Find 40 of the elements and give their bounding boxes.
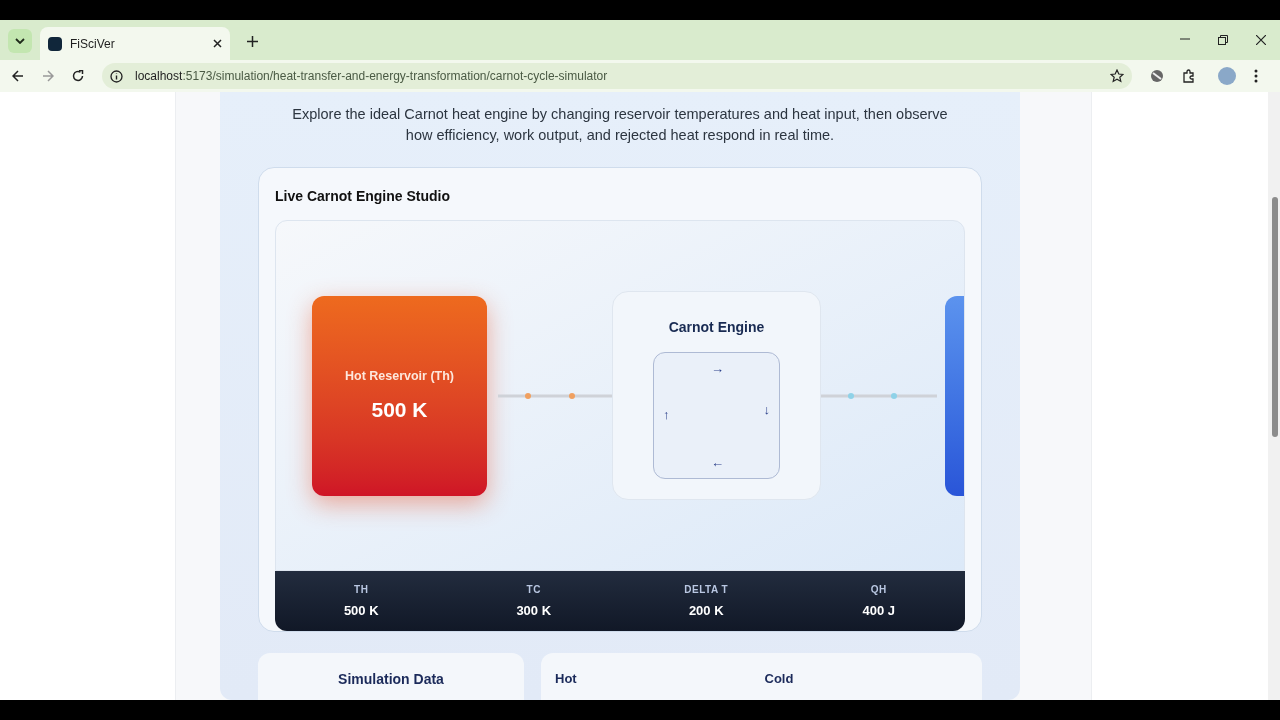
- stat-label: DELTA T: [684, 582, 729, 597]
- scrollbar[interactable]: [1268, 92, 1280, 700]
- stat-value: 200 K: [688, 601, 724, 620]
- puzzle-icon[interactable]: [1182, 69, 1196, 83]
- favicon-icon: [48, 36, 62, 51]
- tab-list-button[interactable]: [8, 29, 32, 53]
- forward-arrow-icon[interactable]: [42, 70, 54, 82]
- stat-value: 500 K: [343, 601, 379, 620]
- url-text: localhost:5173/simulation/heat-transfer-and-energy-transformation/carnot-cycle-simulator: [135, 68, 609, 85]
- panel-title: Simulation Data: [338, 670, 444, 689]
- stat-label: TC: [526, 582, 541, 597]
- intro-paragraph: Explore the ideal Carnot heat engine by changing reservoir temperatures and heat input, then observe how efficiency, work output, and rejected heat respond in real time.: [291, 105, 949, 145]
- cycle-arrow: →: [711, 360, 724, 378]
- new-tab-icon[interactable]: [247, 36, 258, 47]
- tab-title: FiSciVer: [70, 35, 116, 53]
- stat-value: 300 K: [516, 601, 552, 620]
- cycle-arrow: ↓: [763, 401, 770, 419]
- star-icon[interactable]: [1110, 69, 1124, 83]
- close-icon[interactable]: [213, 39, 222, 48]
- chevron-down-icon: [15, 38, 25, 44]
- reload-icon[interactable]: [72, 70, 84, 82]
- cycle-arrow: ←: [711, 453, 724, 472]
- stat-label: TH: [354, 582, 369, 597]
- stat-label: QH: [870, 582, 887, 597]
- address-bar[interactable]: localhost:5173/simulation/heat-transfer-and-energy-transformation/carnot-cycle-simulator: [102, 63, 1132, 89]
- restore-icon[interactable]: [1218, 35, 1228, 45]
- column-heading: Cold: [763, 670, 795, 688]
- stat-value: 400 J: [862, 601, 895, 620]
- column-heading: Hot: [555, 670, 578, 688]
- menu-icon[interactable]: [1254, 69, 1258, 83]
- engine-title: Carnot Engine: [668, 318, 765, 337]
- reservoir-temperature: 500 K: [371, 396, 428, 423]
- browser-tab[interactable]: FiSciVer: [40, 27, 230, 60]
- studio-title: Live Carnot Engine Studio: [275, 187, 451, 206]
- info-icon[interactable]: [110, 69, 123, 83]
- close-icon[interactable]: [1256, 35, 1266, 45]
- cycle-arrow: ↑: [663, 406, 670, 424]
- back-arrow-icon[interactable]: [12, 70, 24, 82]
- blocked-circle-icon[interactable]: [1150, 69, 1164, 83]
- reservoir-label: Hot Reservoir (Th): [344, 367, 454, 385]
